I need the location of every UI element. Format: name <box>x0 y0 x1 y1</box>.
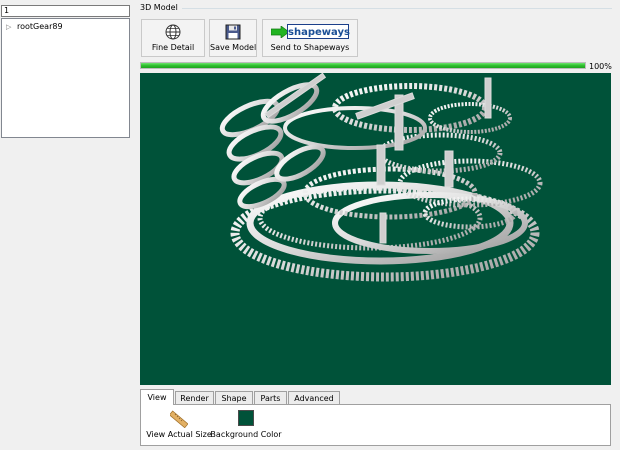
tree-item-rootgear89[interactable]: ▷ rootGear89 <box>6 21 63 33</box>
shapeways-logo-text: shapeways <box>287 24 350 39</box>
fine-detail-button[interactable]: Fine Detail <box>141 19 205 57</box>
view-tab-panel: View Actual Size Background Color <box>140 404 611 446</box>
window-edge <box>612 0 620 450</box>
view-actual-size-button[interactable]: View Actual Size <box>146 410 212 439</box>
send-to-shapeways-label: Send to Shapeways <box>270 43 350 52</box>
shapeways-logo: shapeways <box>271 24 350 41</box>
background-color-label: Background Color <box>210 430 282 439</box>
progress-fill <box>141 63 585 68</box>
save-model-label: Save Model <box>210 43 257 52</box>
save-model-button[interactable]: Save Model <box>209 19 257 57</box>
expand-arrow-icon[interactable]: ▷ <box>6 21 14 33</box>
globe-icon <box>165 24 181 42</box>
background-color-swatch <box>238 410 254 426</box>
left-pane: ▷rootGear89 <box>0 0 131 450</box>
send-to-shapeways-button[interactable]: shapeways Send to Shapeways <box>262 19 358 57</box>
search-input[interactable] <box>1 5 130 17</box>
tab-render[interactable]: Render <box>175 391 214 404</box>
floppy-disk-icon <box>225 24 241 42</box>
tab-view[interactable]: View <box>140 389 174 405</box>
tree-view[interactable]: ▷ rootGear89 <box>1 18 130 138</box>
progress-percent: 100% <box>589 62 612 71</box>
tab-shape[interactable]: Shape <box>215 391 253 404</box>
ruler-icon <box>168 410 189 430</box>
fine-detail-label: Fine Detail <box>151 43 195 52</box>
toolbar: Fine Detail Save Model shapeways Send to… <box>139 19 611 58</box>
group-divider <box>182 8 614 9</box>
view-actual-size-label: View Actual Size <box>146 430 212 439</box>
model-viewport[interactable] <box>140 73 611 385</box>
progress-bar <box>140 62 586 69</box>
tree-item-label: rootGear89 <box>17 22 63 31</box>
gear-model-render <box>219 73 543 282</box>
panel-title: 3D Model <box>140 3 178 12</box>
tab-advanced[interactable]: Advanced <box>288 391 340 404</box>
tab-parts[interactable]: Parts <box>254 391 287 404</box>
background-color-button[interactable]: Background Color <box>210 410 282 439</box>
